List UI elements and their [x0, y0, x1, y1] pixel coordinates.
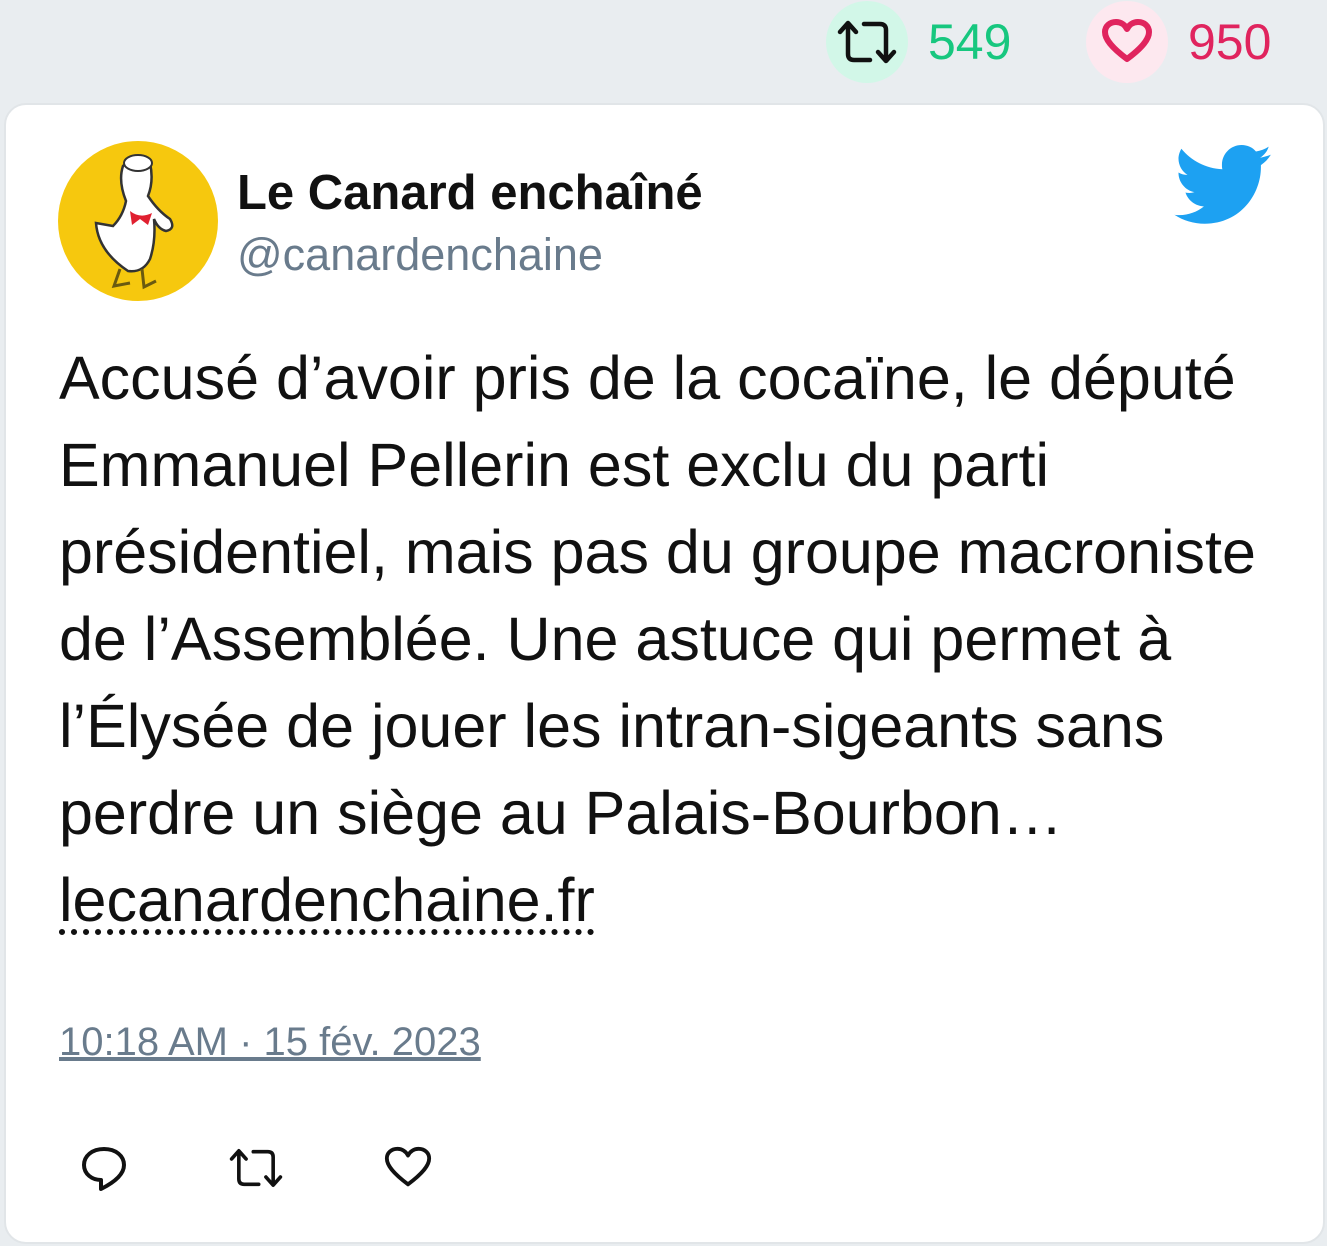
heart-icon: [1086, 1, 1168, 83]
tweet-body: Accusé d’avoir pris de la cocaïne, le dé…: [59, 344, 1256, 847]
avatar[interactable]: [58, 141, 218, 301]
like-stat[interactable]: 950: [1086, 0, 1271, 84]
retweet-stat[interactable]: 549: [826, 0, 1011, 84]
reply-icon[interactable]: [76, 1140, 132, 1196]
retweet-icon: [826, 1, 908, 83]
author-handle[interactable]: @canardenchaine: [237, 229, 603, 281]
engagement-stats: 549 950: [0, 0, 1327, 100]
tweet-card: Le Canard enchaîné @canardenchaine Accus…: [4, 103, 1325, 1244]
tweet-text: Accusé d’avoir pris de la cocaïne, le dé…: [59, 335, 1289, 944]
retweet-icon[interactable]: [228, 1140, 284, 1196]
tweet-timestamp[interactable]: 10:18 AM · 15 fév. 2023: [59, 1020, 481, 1065]
retweet-count: 549: [928, 14, 1012, 70]
like-icon[interactable]: [380, 1140, 436, 1196]
tweet-actions: [76, 1140, 532, 1196]
like-count: 950: [1188, 14, 1272, 70]
article-link[interactable]: lecanardenchaine.fr: [59, 866, 595, 934]
twitter-bird-icon[interactable]: [1174, 145, 1274, 232]
author-name[interactable]: Le Canard enchaîné: [237, 165, 703, 221]
